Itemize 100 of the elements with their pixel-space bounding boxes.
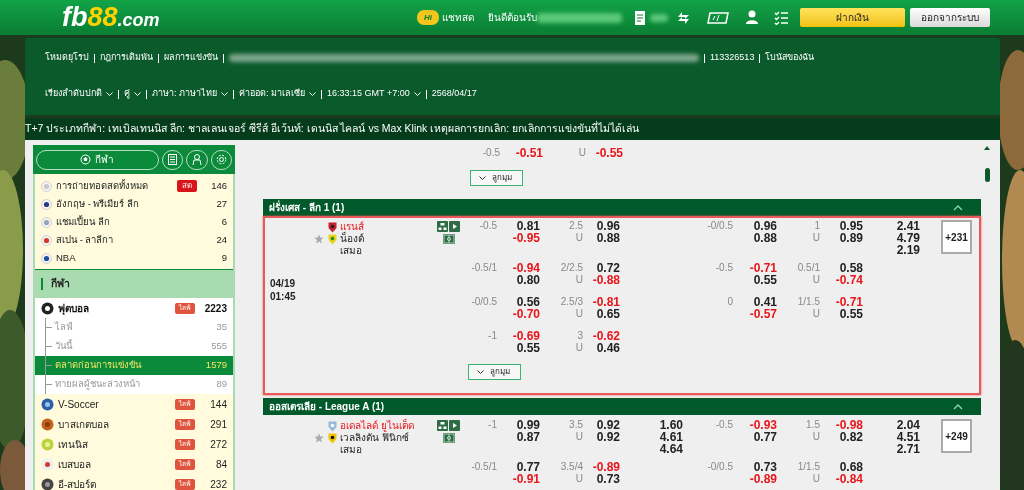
favorite-star-icon[interactable] <box>314 234 324 244</box>
odds-value[interactable]: -0.69 <box>512 330 540 342</box>
odds-value[interactable]: 0.81 <box>516 220 540 232</box>
nav-link[interactable]: 113326513 <box>710 51 755 65</box>
odds-value[interactable]: 0.88 <box>753 232 777 244</box>
odds-value[interactable]: 0.92 <box>596 431 620 443</box>
odds-value[interactable]: -0.81 <box>592 296 620 308</box>
more-bets-button[interactable]: +249 <box>941 419 972 453</box>
corners-button[interactable]: ลูกมุม <box>470 170 523 186</box>
odds-value[interactable]: -0.70 <box>512 308 540 320</box>
odds-value[interactable]: -0.94 <box>512 262 540 274</box>
odds-value[interactable]: 0.80 <box>516 274 540 286</box>
chat-link[interactable]: แชทสด <box>442 10 474 25</box>
nav-link[interactable]: กฎการเดิมพัน <box>100 51 153 65</box>
more-bets-button[interactable]: +231 <box>941 220 972 254</box>
odds-value[interactable]: -0.71 <box>749 262 777 274</box>
dropdown[interactable]: เรียงลำดับปกติ <box>45 87 113 101</box>
document-icon[interactable] <box>634 9 646 26</box>
odds-value[interactable]: 0.72 <box>596 262 620 274</box>
chevron-icon[interactable] <box>953 204 963 211</box>
nav-link[interactable]: ผลการแข่งขัน <box>164 51 218 65</box>
odds-value[interactable]: 0.68 <box>839 461 863 473</box>
pitch-icon[interactable] <box>442 433 455 443</box>
logo[interactable]: fb88.com <box>62 4 160 31</box>
odds-value[interactable]: -0.91 <box>512 473 540 485</box>
odds-value[interactable]: -0.51 <box>515 147 543 159</box>
odds-value[interactable]: 0.46 <box>596 342 620 354</box>
play-icon[interactable] <box>449 221 460 232</box>
odds-value[interactable]: 4.61 <box>659 431 683 443</box>
dropdown[interactable]: ค่าออด: มาเลเซีย <box>239 87 317 101</box>
odds-value[interactable]: 0.89 <box>839 232 863 244</box>
odds-value[interactable]: 0.88 <box>596 232 620 244</box>
odds-value[interactable]: 2.19 <box>896 244 920 256</box>
league-header[interactable]: ฝรั่งเศส - ลีก 1 (1) <box>263 199 981 216</box>
dropdown[interactable]: 16:33:15 GMT +7:00 <box>327 87 421 101</box>
play-icon[interactable] <box>449 420 460 431</box>
odds-value[interactable]: 4.64 <box>659 443 683 455</box>
odds-value[interactable]: 0.55 <box>753 274 777 286</box>
odds-value[interactable]: 4.79 <box>896 232 920 244</box>
chevron-down-icon[interactable] <box>221 92 228 96</box>
settings-icon[interactable] <box>215 154 227 165</box>
odds-value[interactable]: 0.87 <box>516 431 540 443</box>
league-link[interactable]: สเปน - ลาลีกา <box>56 232 114 248</box>
sport-subitem[interactable]: ตลาดก่อนการแข่งขัน 1579 <box>35 356 233 375</box>
corners-button[interactable]: ลูกมุม <box>468 364 521 380</box>
odds-value[interactable]: 0.65 <box>596 308 620 320</box>
odds-value[interactable]: -0.71 <box>835 296 863 308</box>
odds-value[interactable]: 0.96 <box>753 220 777 232</box>
ticket-icon[interactable] <box>707 11 729 24</box>
scrollbar-thumb[interactable] <box>984 168 990 182</box>
dropdown[interactable]: คู่ <box>124 87 141 101</box>
person-icon[interactable] <box>191 154 202 165</box>
odds-value[interactable]: -0.89 <box>592 461 620 473</box>
odds-value[interactable]: -0.89 <box>749 473 777 485</box>
odds-value[interactable]: 2.41 <box>896 220 920 232</box>
favorite-star-icon[interactable] <box>314 433 324 443</box>
odds-value[interactable]: -0.55 <box>595 147 623 159</box>
nav-link[interactable]: โหมดยุโรป <box>45 51 89 65</box>
chevron-icon[interactable] <box>953 403 963 410</box>
chevron-down-icon[interactable] <box>106 92 113 96</box>
odds-value[interactable]: 1.60 <box>659 419 683 431</box>
odds-value[interactable]: 0.55 <box>516 342 540 354</box>
dropdown[interactable]: ภาษา: ภาษาไทย <box>152 87 228 101</box>
chevron-down-icon[interactable] <box>134 92 141 96</box>
pitch-icon[interactable] <box>442 234 455 244</box>
odds-value[interactable]: -0.98 <box>835 419 863 431</box>
scroll-up-icon[interactable] <box>984 146 990 150</box>
odds-value[interactable]: 0.73 <box>596 473 620 485</box>
league-header[interactable]: ออสเตรเลีย - League A (1) <box>263 398 981 415</box>
odds-value[interactable]: -0.62 <box>592 330 620 342</box>
odds-value[interactable]: 0.41 <box>753 296 777 308</box>
clipboard-icon[interactable] <box>168 154 178 165</box>
chevron-down-icon[interactable] <box>309 92 317 96</box>
odds-value[interactable]: 0.58 <box>839 262 863 274</box>
odds-value[interactable]: -0.57 <box>749 308 777 320</box>
odds-value[interactable]: 0.55 <box>839 308 863 320</box>
odds-value[interactable]: -0.88 <box>592 274 620 286</box>
odds-value[interactable]: 0.99 <box>516 419 540 431</box>
stats-icon[interactable] <box>437 420 448 431</box>
refresh-icon[interactable] <box>676 10 691 25</box>
odds-value[interactable]: 2.71 <box>896 443 920 455</box>
odds-value[interactable]: 2.04 <box>896 419 920 431</box>
odds-value[interactable]: 0.77 <box>516 461 540 473</box>
odds-value[interactable]: 0.82 <box>839 431 863 443</box>
chevron-down-icon[interactable] <box>413 92 421 96</box>
nav-link[interactable]: โบนัสของฉัน <box>765 51 815 65</box>
league-link[interactable]: การถ่ายทอดสดทั้งหมด <box>56 178 148 194</box>
odds-value[interactable]: 0.95 <box>839 220 863 232</box>
odds-value[interactable]: -0.95 <box>512 232 540 244</box>
logout-button[interactable]: ออกจากระบบ <box>910 8 990 27</box>
checklist-icon[interactable] <box>774 10 788 25</box>
odds-value[interactable]: 4.51 <box>896 431 920 443</box>
odds-value[interactable]: -0.93 <box>749 419 777 431</box>
odds-value[interactable]: 0.77 <box>753 431 777 443</box>
odds-value[interactable]: 0.73 <box>753 461 777 473</box>
deposit-button[interactable]: ฝากเงิน <box>800 8 905 27</box>
league-link[interactable]: แชมเปี้ยน ลีก <box>56 214 110 230</box>
odds-value[interactable]: -0.74 <box>835 274 863 286</box>
league-link[interactable]: อังกฤษ - พรีเมียร์ ลีก <box>56 196 140 212</box>
user-icon[interactable] <box>745 10 760 25</box>
